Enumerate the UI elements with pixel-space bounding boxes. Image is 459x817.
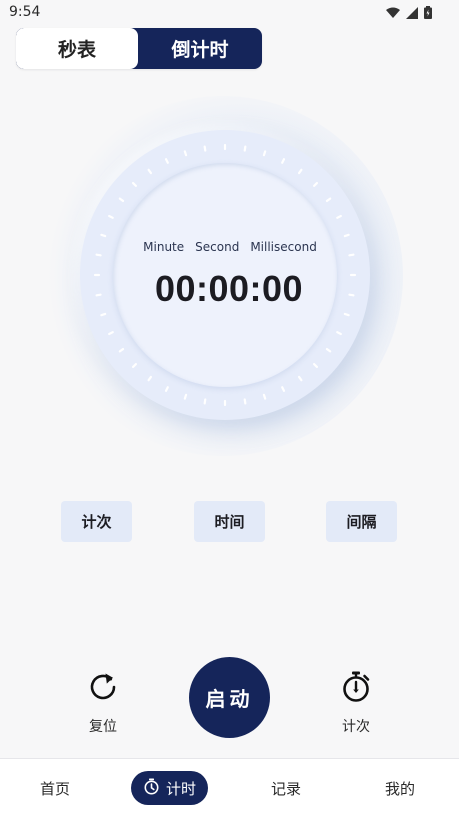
- wifi-icon: [386, 7, 400, 19]
- interval-option-button[interactable]: 间隔: [326, 501, 397, 542]
- dial-tick: [348, 293, 355, 297]
- dial-tick: [312, 181, 319, 188]
- reset-control[interactable]: 复位: [73, 670, 133, 736]
- dial-tick: [183, 393, 188, 400]
- time-option-button[interactable]: 时间: [194, 501, 265, 542]
- time-readout: 00:00:00: [154, 268, 304, 309]
- dial-tick: [108, 331, 114, 336]
- dial-tick: [243, 145, 247, 152]
- dial-tick: [164, 158, 169, 164]
- dial-tick: [325, 347, 332, 353]
- dial-tick: [336, 214, 342, 219]
- dial-tick: [164, 386, 169, 392]
- nav-timer-label: 计时: [166, 779, 197, 798]
- nav-records[interactable]: 记录: [271, 771, 301, 805]
- status-bar: 9:54: [0, 0, 459, 24]
- dial-units: Minute Second Millisecond: [113, 240, 347, 254]
- dial-tick: [131, 181, 138, 188]
- nav-timer[interactable]: 计时: [131, 771, 209, 805]
- status-icons: [386, 6, 432, 19]
- nav-mine-label: 我的: [385, 779, 416, 798]
- dial-tick: [118, 197, 125, 203]
- nav-records-label: 记录: [271, 779, 302, 798]
- dial-tick: [118, 347, 125, 353]
- count-option-button[interactable]: 计次: [61, 501, 132, 542]
- nav-mine[interactable]: 我的: [385, 771, 415, 805]
- lap-label: 计次: [342, 719, 370, 735]
- start-button[interactable]: 启动: [189, 657, 270, 738]
- unit-minute-label: Minute: [143, 240, 185, 254]
- dial-tick: [147, 375, 153, 382]
- dial-tick: [203, 145, 207, 152]
- dial-tick: [183, 150, 188, 157]
- dial-tick: [312, 362, 319, 369]
- unit-second-label: Second: [195, 240, 240, 254]
- dial-tick: [243, 398, 247, 405]
- timer-icon: [143, 778, 166, 799]
- dial-tick: [281, 386, 286, 392]
- dial-tick: [95, 253, 102, 257]
- unit-millisecond-label: Millisecond: [250, 240, 317, 254]
- reset-label: 复位: [89, 719, 117, 735]
- signal-icon: [406, 6, 418, 19]
- countdown-tab[interactable]: 倒计时: [138, 28, 262, 69]
- dial-tick: [203, 398, 207, 405]
- battery-icon: [424, 6, 432, 19]
- dial-tick: [297, 375, 303, 382]
- dial-tick: [108, 214, 114, 219]
- status-time: 9:54: [9, 4, 41, 20]
- stopwatch-icon: [339, 670, 373, 708]
- dial-tick: [297, 168, 303, 175]
- dial-tick: [343, 233, 350, 238]
- dial-tick: [336, 331, 342, 336]
- dial-tick: [348, 253, 355, 257]
- refresh-icon: [86, 670, 120, 708]
- lap-control[interactable]: 计次: [326, 670, 386, 736]
- bottom-nav: 首页 计时 记录 我的: [0, 758, 459, 817]
- nav-home[interactable]: 首页: [40, 771, 70, 805]
- stopwatch-tab[interactable]: 秒表: [16, 28, 138, 69]
- dial-tick: [262, 393, 267, 400]
- mode-toggle: 秒表 倒计时: [16, 28, 262, 69]
- dial-tick: [325, 197, 332, 203]
- dial-tick: [281, 158, 286, 164]
- dial-tick: [95, 293, 102, 297]
- dial-tick: [100, 233, 107, 238]
- dial-tick: [100, 312, 107, 317]
- dial-tick: [262, 150, 267, 157]
- dial-tick: [131, 362, 138, 369]
- nav-home-label: 首页: [40, 779, 71, 798]
- dial-tick: [147, 168, 153, 175]
- dial-tick: [343, 312, 350, 317]
